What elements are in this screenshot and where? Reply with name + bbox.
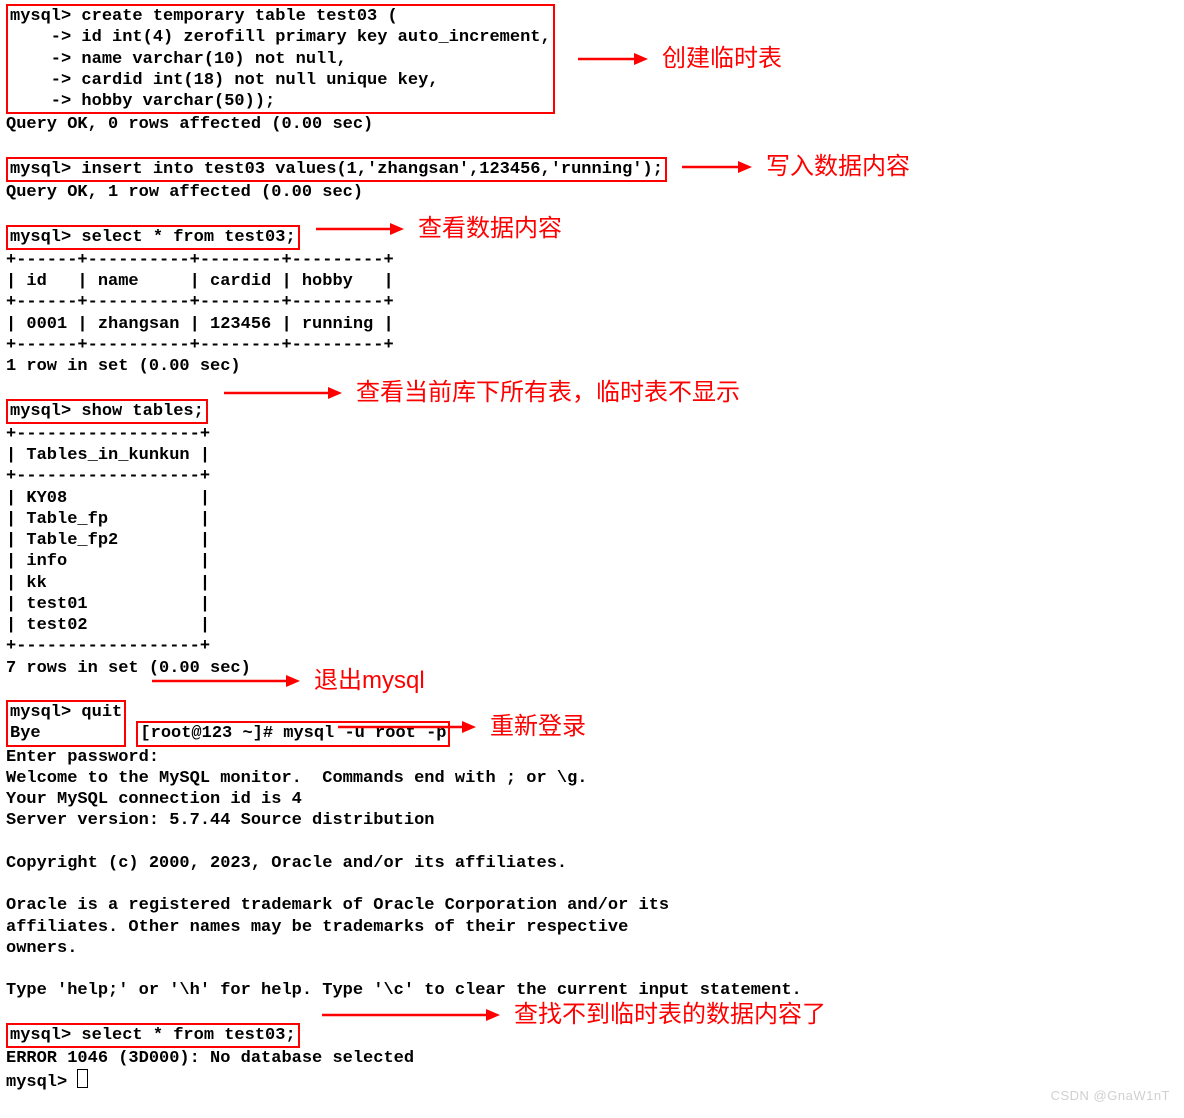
annotation-quit: 退出mysql [150, 666, 425, 696]
relogin-output: Enter password: Welcome to the MySQL mon… [6, 747, 1178, 1002]
arrow-icon [222, 383, 342, 403]
spacer [6, 203, 1178, 224]
arrow-icon [314, 219, 404, 239]
annotation-select-again: 查找不到临时表的数据内容了 [320, 1000, 826, 1030]
arrow-icon [150, 671, 300, 691]
annotation-create-table: 创建临时表 [576, 44, 782, 74]
annotation-relogin: 重新登录 [336, 712, 586, 742]
sql-quit: mysql> quit Bye [6, 700, 126, 747]
annotation-text: 查看当前库下所有表，临时表不显示 [356, 378, 740, 408]
select-2-error: ERROR 1046 (3D000): No database selected [6, 1048, 1178, 1069]
show-tables-result: +------------------+ | Tables_in_kunkun … [6, 424, 1178, 679]
annotation-select-data: 查看数据内容 [314, 214, 562, 244]
query-ok-1: Query OK, 0 rows affected (0.00 sec) [6, 114, 1178, 135]
sql-create-temp-table: mysql> create temporary table test03 ( -… [6, 4, 555, 114]
annotation-text: 查看数据内容 [418, 214, 562, 244]
sql-show-tables: mysql> show tables; [6, 399, 208, 424]
arrow-icon [576, 49, 648, 69]
arrow-icon [336, 717, 476, 737]
annotation-text: 写入数据内容 [766, 152, 910, 182]
annotation-text: 重新登录 [490, 712, 586, 742]
terminal-screenshot: mysql> create temporary table test03 ( -… [0, 0, 1184, 1118]
query-ok-2: Query OK, 1 row affected (0.00 sec) [6, 182, 1178, 203]
cursor-icon [77, 1069, 88, 1088]
annotation-text: 查找不到临时表的数据内容了 [514, 1000, 826, 1030]
sql-select-1: mysql> select * from test03; [6, 225, 300, 250]
spacer [6, 136, 1178, 157]
arrow-icon [680, 157, 752, 177]
prompt-text: mysql> [6, 1073, 77, 1092]
annotation-text: 退出mysql [314, 666, 425, 696]
arrow-icon [320, 1005, 500, 1025]
sql-select-2: mysql> select * from test03; [6, 1023, 300, 1048]
annotation-show-tables: 查看当前库下所有表，临时表不显示 [222, 378, 740, 408]
annotation-insert-data: 写入数据内容 [680, 152, 910, 182]
final-prompt: mysql> [6, 1069, 1178, 1093]
select-1-result: +------+----------+--------+---------+ |… [6, 250, 1178, 378]
sql-insert: mysql> insert into test03 values(1,'zhan… [6, 157, 667, 182]
annotation-text: 创建临时表 [662, 44, 782, 74]
